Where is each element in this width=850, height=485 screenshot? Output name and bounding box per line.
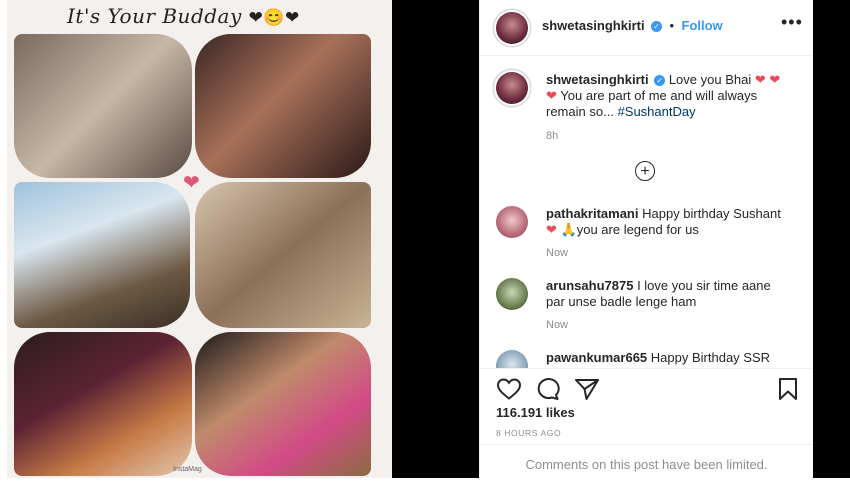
- collage-title: It's Your Budday ❤😊❤: [67, 4, 300, 28]
- caption-text-1: Love you Bhai: [668, 72, 752, 87]
- comment-text: Happy birthday Sushant: [642, 206, 781, 221]
- comment-item: pawankumar665 Happy Birthday SSR: [496, 350, 806, 368]
- commenter-avatar[interactable]: [496, 278, 528, 310]
- hashtag-link[interactable]: #SushantDay: [618, 104, 696, 119]
- comment-text: you are legend for us: [576, 222, 699, 237]
- commenter-avatar[interactable]: [496, 350, 528, 368]
- verified-badge-icon: ✓: [654, 75, 666, 86]
- collage-photo-siblings-hug: [195, 34, 371, 178]
- commenter-avatar[interactable]: [496, 206, 528, 238]
- collage-photo-family-group: [195, 332, 371, 476]
- heart-emoji: ❤: [754, 72, 766, 87]
- black-gutter: [392, 0, 479, 478]
- likes-count[interactable]: 116.191 likes: [496, 405, 575, 420]
- comment-time: Now: [546, 319, 569, 331]
- verified-badge-icon: ✓: [651, 21, 663, 32]
- collage-photo-embrace: [195, 182, 371, 328]
- paper-plane-icon[interactable]: [574, 377, 600, 401]
- comment-body: pathakritamani Happy birthday Sushant ❤ 🙏…: [546, 206, 790, 238]
- post-timestamp: 8 HOURS AGO: [496, 428, 562, 438]
- bookmark-icon[interactable]: [777, 377, 799, 401]
- collage-photo-selfie: [14, 332, 192, 476]
- comment-bubble-icon[interactable]: [535, 377, 561, 401]
- heart-emoji: ❤: [546, 222, 557, 237]
- comment-body: pawankumar665 Happy Birthday SSR: [546, 350, 790, 366]
- post-caption: shwetasinghkirti ✓ Love you Bhai ❤ ❤ ❤ Y…: [546, 72, 786, 120]
- post-header: shwetasinghkirti ✓ • Follow •••: [480, 0, 813, 56]
- caption-username[interactable]: shwetasinghkirti: [546, 72, 649, 87]
- author-avatar[interactable]: [496, 12, 528, 44]
- comment-text: Happy Birthday SSR: [650, 350, 771, 365]
- separator-dot: •: [669, 18, 675, 33]
- commenter-username[interactable]: arunsahu7875: [546, 278, 633, 293]
- author-username[interactable]: shwetasinghkirti: [542, 18, 645, 33]
- more-options-icon[interactable]: •••: [781, 12, 803, 33]
- post-actions-bar: [480, 368, 813, 409]
- collage-photo-childhood: [14, 34, 192, 178]
- collage-title-emojis: ❤😊❤: [248, 8, 300, 28]
- comment-time: Now: [546, 247, 569, 259]
- collage-watermark: InstaMag: [173, 466, 202, 473]
- folded-hands-emoji: 🙏: [560, 222, 577, 237]
- comments-limited-notice: Comments on this post have been limited.: [480, 444, 813, 479]
- heart-emoji: ❤: [769, 72, 781, 87]
- post-image[interactable]: It's Your Budday ❤😊❤ ❤ InstaMag: [7, 0, 392, 478]
- caption-author-avatar[interactable]: [496, 72, 528, 104]
- author-info: shwetasinghkirti ✓ • Follow: [542, 17, 723, 35]
- comment-body: arunsahu7875 I love you sir time aane pa…: [546, 278, 790, 310]
- commenter-username[interactable]: pawankumar665: [546, 350, 647, 365]
- follow-button[interactable]: Follow: [682, 18, 723, 33]
- commenter-username[interactable]: pathakritamani: [546, 206, 638, 221]
- load-more-comments-icon[interactable]: +: [635, 161, 655, 181]
- heart-emoji: ❤: [546, 88, 557, 103]
- collage-photo-with-baby: [14, 182, 190, 328]
- caption-time: 8h: [546, 130, 559, 142]
- black-gutter-right: [812, 0, 850, 478]
- post-sidebar: shwetasinghkirti ✓ • Follow ••• shwetasi…: [479, 0, 813, 478]
- left-page-margin: [0, 0, 7, 478]
- collage-heart-icon: ❤: [183, 172, 200, 194]
- heart-outline-icon[interactable]: [496, 377, 522, 401]
